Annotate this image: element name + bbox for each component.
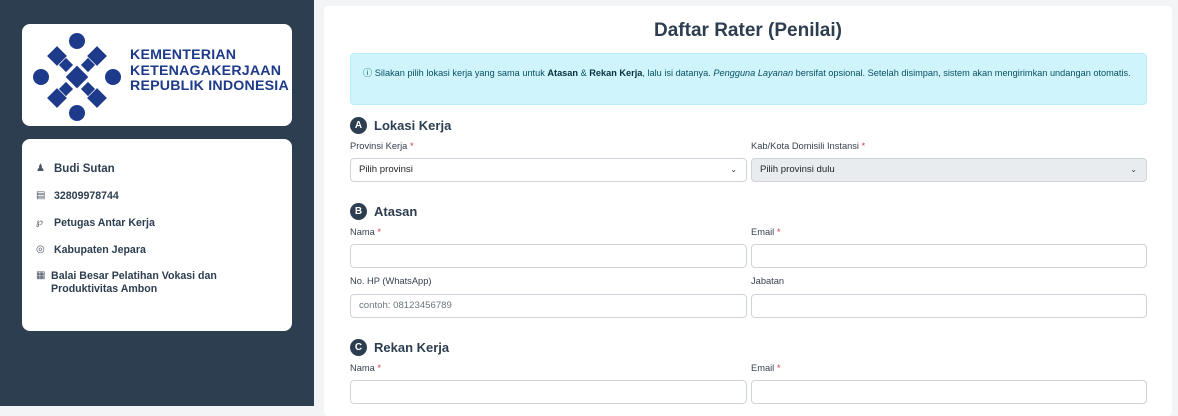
atasan-hp-input[interactable]: contoh: 08123456789 bbox=[350, 294, 747, 318]
atasan-email-label: Email * bbox=[751, 227, 781, 237]
atasan-email-input[interactable] bbox=[751, 244, 1147, 268]
user-role: Petugas Antar Kerja bbox=[54, 217, 155, 229]
main-form-panel: Daftar Rater (Penilai) ⓘ Silakan pilih l… bbox=[324, 6, 1172, 416]
user-name-row: ♟ Budi Sutan bbox=[36, 163, 115, 175]
user-location-row: ◎ Kabupaten Jepara bbox=[36, 244, 146, 256]
location-pin-icon: ◎ bbox=[36, 244, 45, 255]
atasan-hp-label: No. HP (WhatsApp) bbox=[350, 276, 432, 286]
building-icon: ▦ bbox=[36, 270, 46, 281]
user-icon: ♟ bbox=[36, 163, 45, 174]
info-alert: ⓘ Silakan pilih lokasi kerja yang sama u… bbox=[350, 53, 1147, 105]
section-rekan-kerja: C Rekan Kerja bbox=[350, 339, 449, 356]
section-atasan: B Atasan bbox=[350, 203, 417, 220]
section-title: Rekan Kerja bbox=[374, 340, 450, 355]
user-name: Budi Sutan bbox=[54, 163, 115, 175]
user-location: Kabupaten Jepara bbox=[54, 244, 146, 256]
ministry-logo-card: KEMENTERIAN KETENAGAKERJAAN REPUBLIK IND… bbox=[22, 24, 292, 126]
provinsi-select[interactable]: Pilih provinsi ⌄ bbox=[350, 158, 747, 182]
user-profile-card: ♟ Budi Sutan ▤ 32809978744 ℘ Petugas Ant… bbox=[22, 139, 292, 331]
sidebar: KEMENTERIAN KETENAGAKERJAAN REPUBLIK IND… bbox=[0, 0, 314, 406]
rekan-nama-input[interactable] bbox=[350, 380, 747, 404]
section-title: Lokasi Kerja bbox=[374, 118, 452, 133]
info-icon: ⓘ bbox=[363, 68, 375, 78]
section-lokasi-kerja: A Lokasi Kerja bbox=[350, 117, 451, 134]
kab-kota-select[interactable]: Pilih provinsi dulu ⌄ bbox=[751, 158, 1147, 182]
atasan-nama-input[interactable] bbox=[350, 244, 747, 268]
page-title: Daftar Rater (Penilai) bbox=[654, 20, 842, 41]
chevron-down-icon: ⌄ bbox=[730, 165, 737, 174]
id-card-icon: ▤ bbox=[36, 190, 46, 201]
kab-kota-label: Kab/Kota Domisili Instansi * bbox=[751, 141, 866, 151]
section-title: Atasan bbox=[374, 204, 418, 219]
rekan-email-input[interactable] bbox=[751, 380, 1147, 404]
section-badge-a: A bbox=[350, 117, 367, 134]
chevron-down-icon: ⌄ bbox=[1130, 165, 1137, 174]
provinsi-label: Provinsi Kerja * bbox=[350, 141, 414, 151]
ministry-name: KEMENTERIAN KETENAGAKERJAAN REPUBLIK IND… bbox=[130, 47, 289, 94]
user-role-row: ℘ Petugas Antar Kerja bbox=[36, 217, 155, 229]
section-badge-b: B bbox=[350, 203, 367, 220]
atasan-nama-label: Nama * bbox=[350, 227, 382, 237]
ministry-logo-icon bbox=[33, 33, 121, 121]
user-id: 32809978744 bbox=[54, 190, 119, 202]
section-badge-c: C bbox=[350, 339, 367, 356]
rekan-email-label: Email * bbox=[751, 363, 781, 373]
user-institution: Balai Besar Pelatihan Vokasi dan Produkt… bbox=[51, 270, 217, 295]
rekan-nama-label: Nama * bbox=[350, 363, 382, 373]
briefcase-icon: ℘ bbox=[36, 217, 43, 228]
user-id-row: ▤ 32809978744 bbox=[36, 190, 119, 202]
atasan-jabatan-label: Jabatan bbox=[751, 276, 785, 286]
user-institution-row: ▦ Balai Besar Pelatihan Vokasi dan Produ… bbox=[36, 270, 281, 296]
atasan-jabatan-input[interactable] bbox=[751, 294, 1147, 318]
